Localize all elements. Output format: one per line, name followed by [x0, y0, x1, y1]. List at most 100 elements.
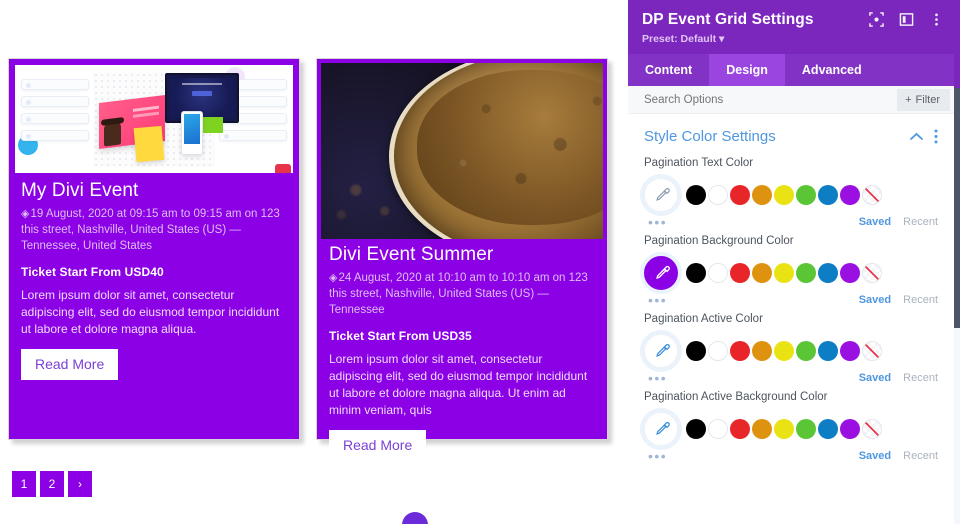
- more-vertical-icon[interactable]: [934, 129, 938, 144]
- swatch-red[interactable]: [730, 341, 750, 361]
- tab-design[interactable]: Design: [709, 54, 785, 86]
- swatch-red[interactable]: [730, 419, 750, 439]
- eyedropper-button[interactable]: [644, 178, 678, 212]
- swatch-orange[interactable]: [752, 263, 772, 283]
- color-field: Pagination Active Background Color ••• S…: [644, 390, 938, 464]
- recent-link[interactable]: Recent: [903, 294, 938, 306]
- swatch-green[interactable]: [796, 419, 816, 439]
- panel-preset[interactable]: Preset: Default ▾: [642, 33, 940, 45]
- filter-button-label: Filter: [915, 93, 940, 106]
- swatch-transparent[interactable]: [862, 185, 882, 205]
- swatch-yellow[interactable]: [774, 185, 794, 205]
- color-swatches: [686, 341, 884, 361]
- saved-link[interactable]: Saved: [859, 216, 891, 228]
- saved-link[interactable]: Saved: [859, 294, 891, 306]
- swatch-orange[interactable]: [752, 185, 772, 205]
- swatch-white[interactable]: [708, 341, 728, 361]
- more-options-icon[interactable]: •••: [648, 370, 667, 386]
- layout-panel-icon[interactable]: [899, 12, 914, 27]
- swatch-purple[interactable]: [840, 185, 860, 205]
- section-title: Style Color Settings: [644, 128, 776, 145]
- swatch-green[interactable]: [796, 185, 816, 205]
- more-vertical-icon[interactable]: [929, 12, 944, 27]
- swatch-black[interactable]: [686, 263, 706, 283]
- read-more-button[interactable]: Read More: [21, 349, 119, 380]
- swatch-orange[interactable]: [752, 341, 772, 361]
- swatch-yellow[interactable]: [774, 419, 794, 439]
- location-pin-icon: ◈: [329, 272, 338, 284]
- swatch-red[interactable]: [730, 263, 750, 283]
- panel-scrollbar[interactable]: [954, 88, 960, 328]
- swatch-yellow[interactable]: [774, 341, 794, 361]
- tab-advanced[interactable]: Advanced: [785, 54, 879, 86]
- swatch-white[interactable]: [708, 263, 728, 283]
- focus-target-icon[interactable]: [869, 12, 884, 27]
- swatch-red[interactable]: [730, 185, 750, 205]
- panel-header: DP Event Grid Settings Preset: Default ▾: [628, 0, 954, 54]
- saved-link[interactable]: Saved: [859, 450, 891, 462]
- read-more-button[interactable]: Read More: [329, 430, 427, 461]
- panel-tabs: Content Design Advanced: [628, 54, 954, 86]
- swatch-black[interactable]: [686, 185, 706, 205]
- event-card-price: Ticket Start From USD40: [21, 265, 164, 279]
- panel-edge: [954, 0, 960, 88]
- event-card-title: Divi Event Summer: [329, 244, 494, 265]
- floating-action-button[interactable]: [402, 512, 428, 524]
- swatch-purple[interactable]: [840, 263, 860, 283]
- settings-panel: DP Event Grid Settings Preset: Default ▾: [628, 0, 960, 524]
- swatch-yellow[interactable]: [774, 263, 794, 283]
- search-bar: + Filter: [628, 86, 954, 114]
- event-card-body: My Divi Event ◈19 August, 2020 at 09:15 …: [9, 173, 299, 390]
- search-input[interactable]: [644, 93, 834, 106]
- filter-button[interactable]: + Filter: [897, 88, 950, 111]
- swatch-black[interactable]: [686, 419, 706, 439]
- swatch-transparent[interactable]: [862, 419, 882, 439]
- page-1[interactable]: 1: [12, 471, 36, 497]
- event-card-price: Ticket Start From USD35: [329, 329, 472, 343]
- eyedropper-button[interactable]: [644, 334, 678, 368]
- swatch-green[interactable]: [796, 263, 816, 283]
- swatch-blue[interactable]: [818, 341, 838, 361]
- event-card[interactable]: My Divi Event ◈19 August, 2020 at 09:15 …: [8, 58, 300, 440]
- swatch-transparent[interactable]: [862, 341, 882, 361]
- chevron-up-icon[interactable]: [910, 132, 923, 141]
- page-next[interactable]: ›: [68, 471, 92, 497]
- event-card-image: [321, 63, 603, 239]
- swatch-blue[interactable]: [818, 185, 838, 205]
- event-card-meta: ◈19 August, 2020 at 09:15 am to 09:15 am…: [21, 206, 287, 254]
- swatch-white[interactable]: [708, 185, 728, 205]
- swatch-black[interactable]: [686, 341, 706, 361]
- color-field: Pagination Active Color ••• Saved Recent: [644, 312, 938, 386]
- eyedropper-icon: [655, 343, 670, 357]
- color-swatches: [686, 263, 884, 283]
- swatch-blue[interactable]: [818, 419, 838, 439]
- eyedropper-button[interactable]: [644, 412, 678, 446]
- pagination: 1 2 ›: [12, 471, 92, 497]
- swatch-blue[interactable]: [818, 263, 838, 283]
- more-options-icon[interactable]: •••: [648, 448, 667, 464]
- swatch-white[interactable]: [708, 419, 728, 439]
- swatch-orange[interactable]: [752, 419, 772, 439]
- event-card[interactable]: Divi Event Summer ◈24 August, 2020 at 10…: [316, 58, 608, 461]
- eyedropper-button[interactable]: [644, 256, 678, 290]
- event-card-description: Lorem ipsum dolor sit amet, consectetur …: [21, 288, 280, 336]
- more-options-icon[interactable]: •••: [648, 214, 667, 230]
- style-color-settings-section: Style Color Settings Pagination Text Col…: [628, 114, 954, 464]
- field-label: Pagination Text Color: [644, 157, 754, 169]
- color-swatches: [686, 419, 884, 439]
- recent-link[interactable]: Recent: [903, 450, 938, 462]
- swatch-purple[interactable]: [840, 419, 860, 439]
- swatch-green[interactable]: [796, 341, 816, 361]
- saved-link[interactable]: Saved: [859, 372, 891, 384]
- event-card-body: Divi Event Summer ◈24 August, 2020 at 10…: [317, 239, 607, 471]
- field-label: Pagination Active Color: [644, 313, 763, 325]
- more-options-icon[interactable]: •••: [648, 292, 667, 308]
- field-label: Pagination Background Color: [644, 235, 794, 247]
- tab-content[interactable]: Content: [628, 54, 709, 86]
- recent-link[interactable]: Recent: [903, 216, 938, 228]
- swatch-transparent[interactable]: [862, 263, 882, 283]
- event-card-meta-text: 19 August, 2020 at 09:15 am to 09:15 am …: [21, 208, 280, 252]
- swatch-purple[interactable]: [840, 341, 860, 361]
- page-2[interactable]: 2: [40, 471, 64, 497]
- recent-link[interactable]: Recent: [903, 372, 938, 384]
